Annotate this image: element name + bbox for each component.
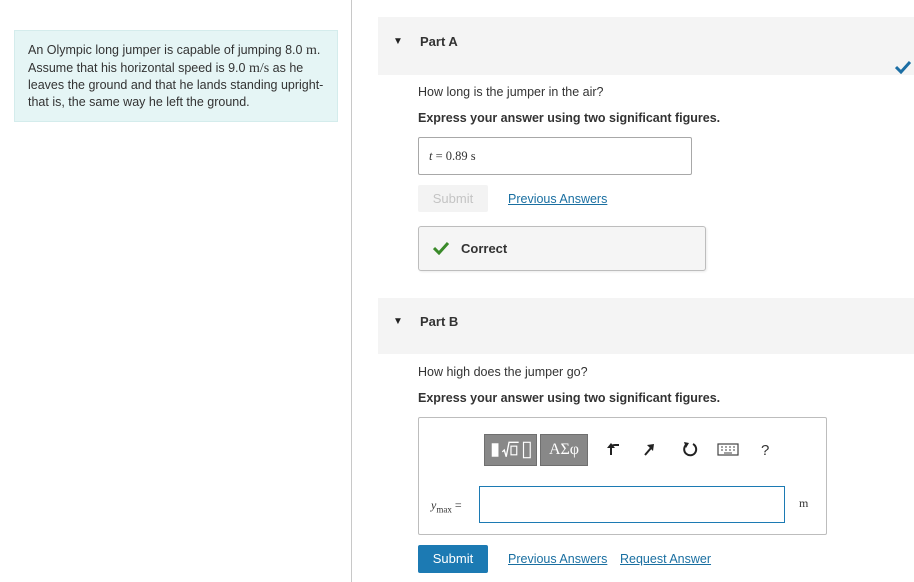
part-a-collapse-icon[interactable]: ▼ [393,36,403,47]
undo-icon[interactable] [605,440,623,458]
part-b-previous-answers-link[interactable]: Previous Answers [508,552,607,566]
part-b-header[interactable] [378,298,914,354]
part-b-collapse-icon[interactable]: ▼ [393,316,403,327]
correct-check-icon [433,241,449,255]
answer-equals: = [432,149,446,163]
problem-text-1: An Olympic long jumper is capable of jum… [28,43,303,57]
part-a-previous-answers-link[interactable]: Previous Answers [508,192,607,206]
part-b-instruction: Express your answer using two significan… [418,391,721,405]
part-a-question: How long is the jumper in the air? [418,85,604,99]
part-a-submit-button[interactable]: Submit [418,185,488,212]
var-equals: = [451,498,462,512]
problem-statement: An Olympic long jumper is capable of jum… [14,30,338,122]
part-a-answer-display: t = 0.89 s [418,137,692,175]
part-b-submit-button[interactable]: Submit [418,545,488,573]
part-a-complete-check-icon [895,60,911,74]
redo-icon[interactable] [641,440,659,458]
answer-unit: m [799,496,809,510]
templates-button[interactable] [484,434,537,466]
unit-m: m [305,43,317,58]
unit-ms: m/s [248,60,270,76]
part-b-title[interactable]: Part B [420,314,458,329]
part-a-instruction: Express your answer using two significan… [418,111,721,125]
reset-icon[interactable] [681,440,699,458]
help-icon[interactable]: ? [761,442,769,459]
symbols-button[interactable]: ΑΣφ [540,434,588,466]
correct-label: Correct [461,241,508,256]
answer-input[interactable] [479,486,785,523]
request-answer-link[interactable]: Request Answer [620,552,711,566]
answer-unit: s [470,149,476,163]
answer-variable-label: ymax = [431,498,462,514]
answer-editor: ΑΣφ ? ymax = m [418,417,827,535]
part-a-title[interactable]: Part A [420,34,458,49]
part-b-question: How high does the jumper go? [418,365,588,379]
part-a-feedback: Correct [418,226,706,271]
problem-pane: An Olympic long jumper is capable of jum… [0,0,352,582]
var-subscript: max [436,504,452,515]
templates-icon [491,441,531,459]
part-a-header[interactable] [378,17,914,75]
answer-value: 0.89 [445,149,468,163]
keyboard-icon[interactable] [717,440,739,458]
